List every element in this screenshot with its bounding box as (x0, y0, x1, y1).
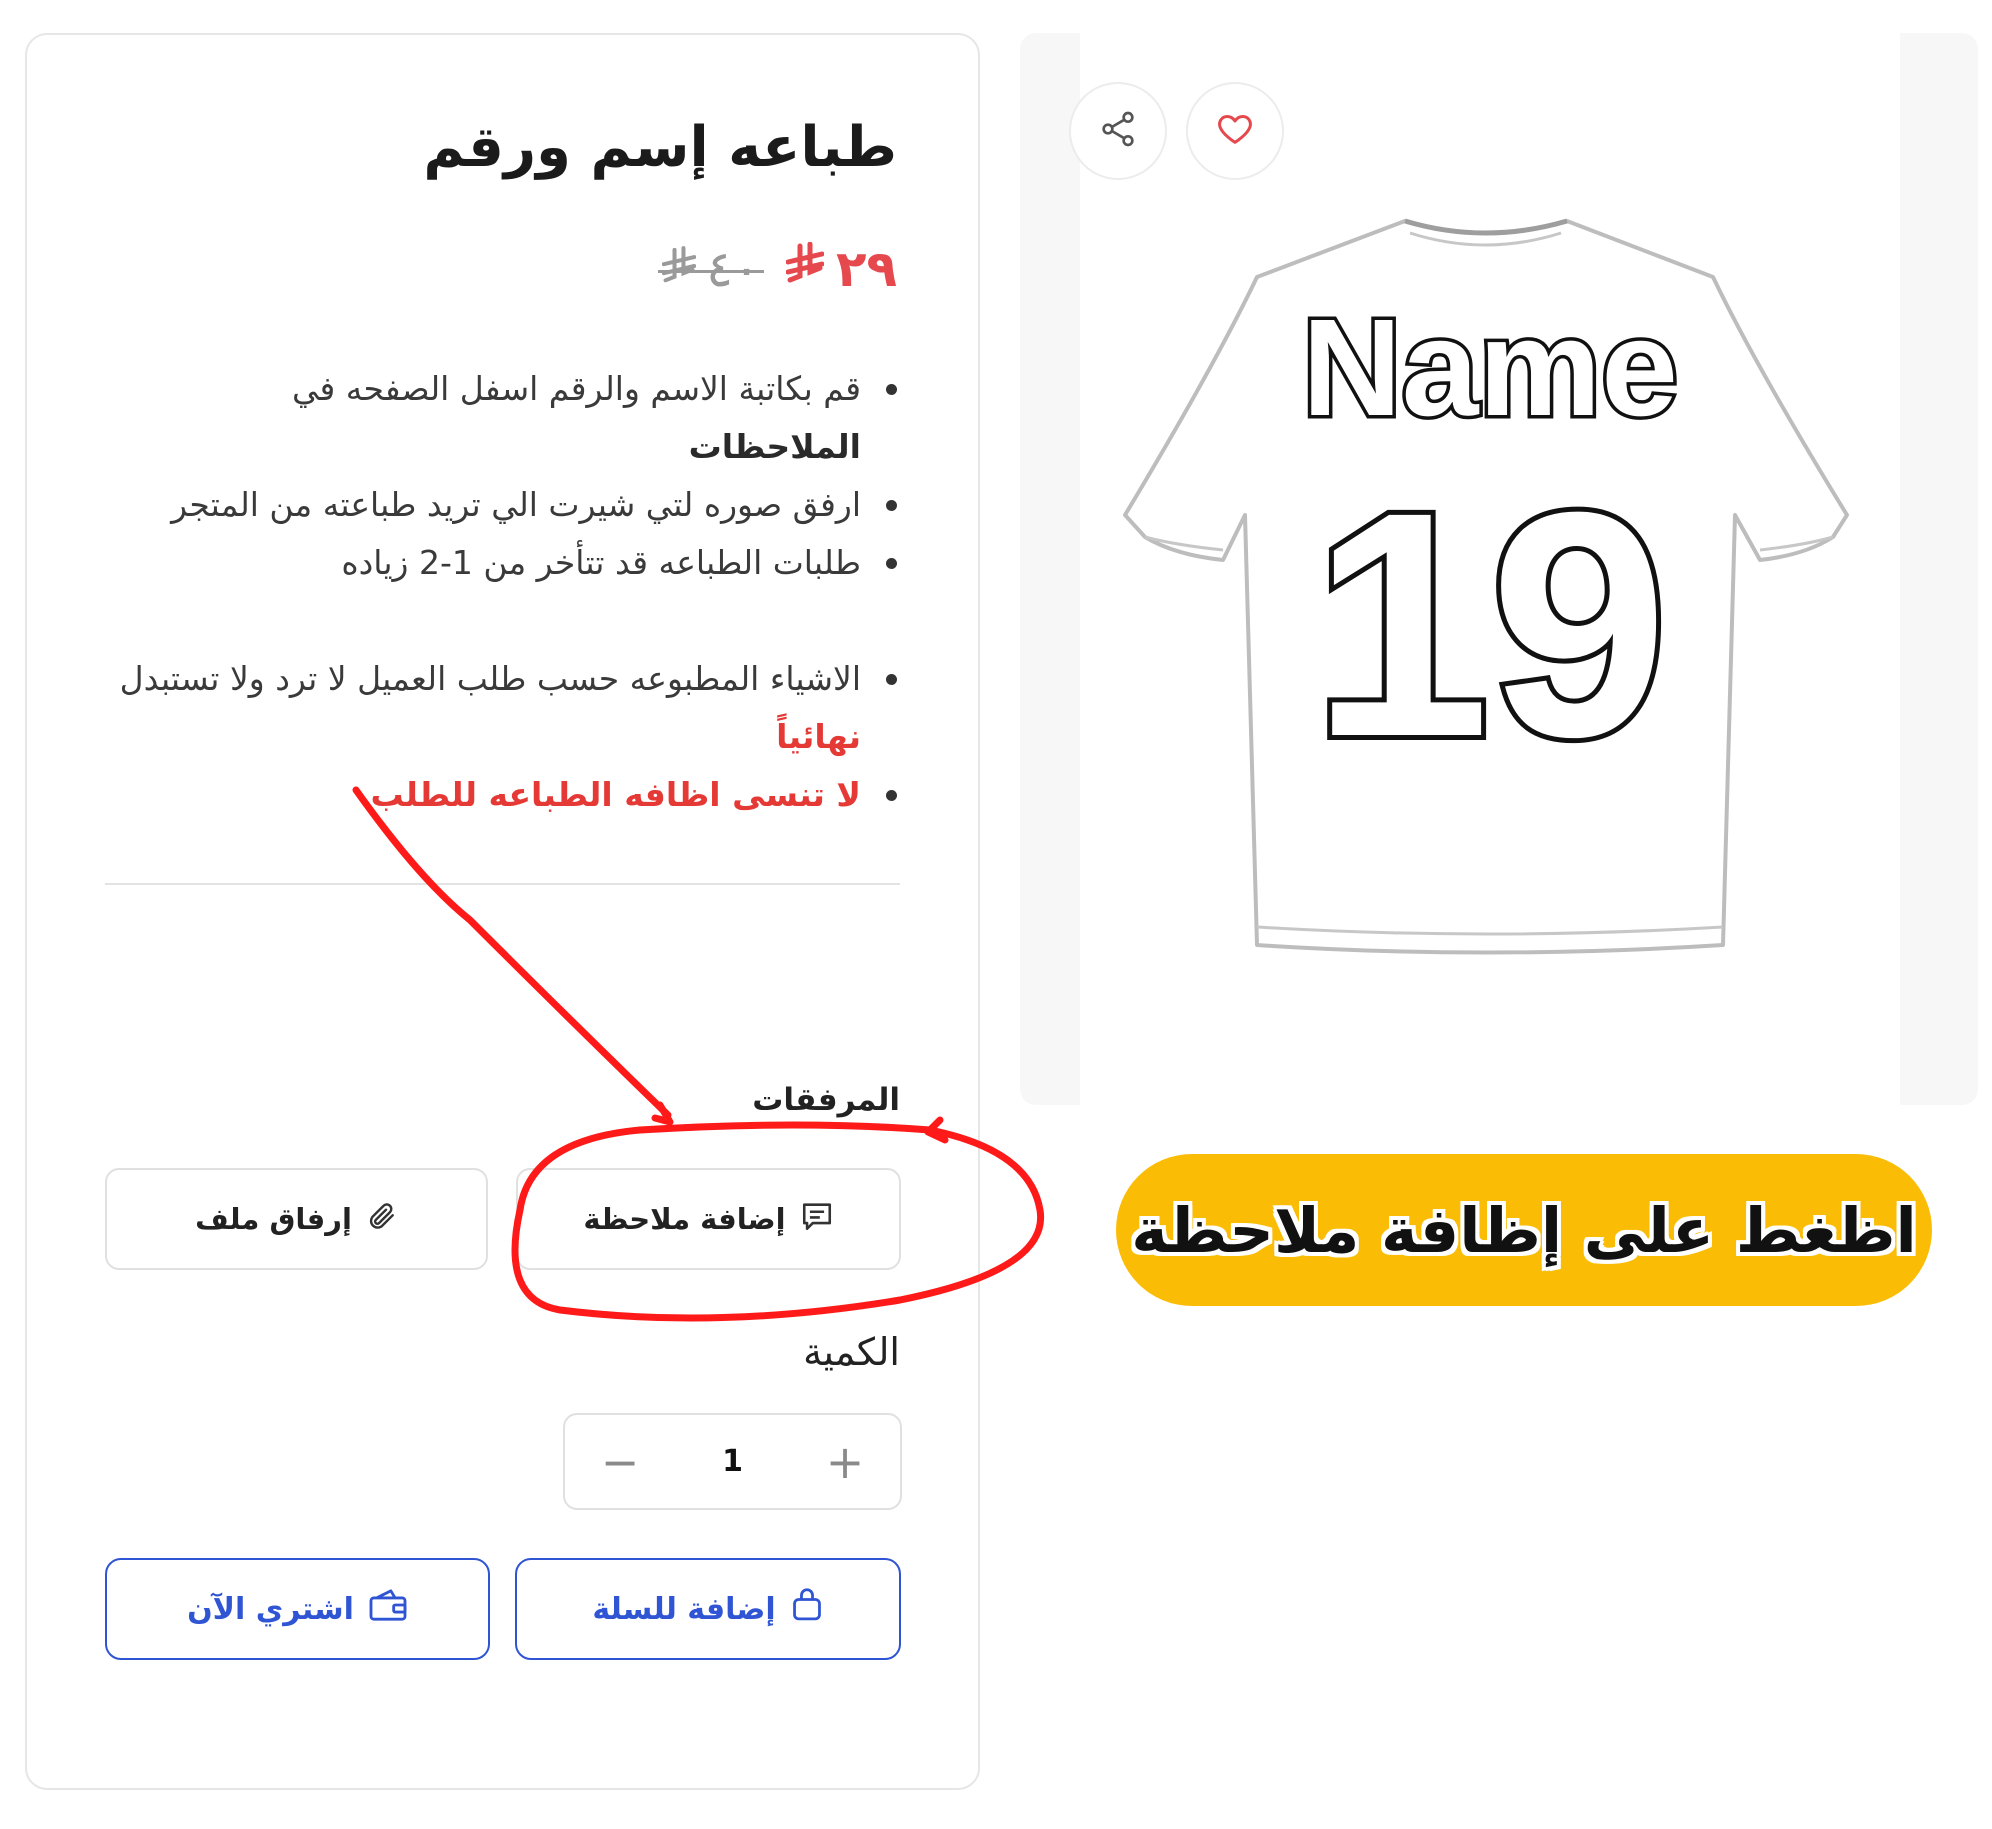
old-price: ٤٠ (658, 240, 764, 298)
riyal-icon (785, 240, 825, 298)
paperclip-icon (366, 1200, 398, 1239)
riyal-icon (662, 240, 697, 298)
list-item: قم بكاتبة الاسم والرقم اسفل الصفحه في الم… (37, 360, 897, 476)
attach-file-label: إرفاق ملف (195, 1202, 352, 1236)
add-note-label: إضافة ملاحظة (583, 1202, 786, 1236)
add-to-cart-button[interactable]: إضافة للسلة (515, 1558, 901, 1660)
list-item: الاشياء المطبوعه حسب طلب العميل لا ترد و… (37, 650, 897, 766)
favorite-button[interactable] (1186, 82, 1284, 180)
quantity-stepper: − 1 + (563, 1413, 902, 1510)
attachments-label: المرفقات (752, 1082, 900, 1118)
jersey-image: Name 19 (1105, 215, 1865, 974)
old-price-value: ٤٠ (706, 240, 760, 298)
quantity-label: الكمية (803, 1330, 900, 1374)
note-icon (800, 1199, 834, 1240)
wallet-icon (368, 1588, 408, 1630)
add-to-cart-label: إضافة للسلة (592, 1591, 776, 1627)
share-button[interactable] (1069, 82, 1167, 180)
buy-now-button[interactable]: اشتري الآن (105, 1558, 490, 1660)
jersey-name-text: Name (1302, 291, 1678, 445)
jersey-number-text: 19 (1312, 445, 1668, 803)
decrement-button[interactable]: − (595, 1435, 645, 1489)
heart-icon (1215, 109, 1255, 153)
buy-now-label: اشتري الآن (187, 1591, 354, 1627)
attach-file-button[interactable]: إرفاق ملف (105, 1168, 488, 1270)
current-price-value: ٢٩ (835, 240, 897, 298)
increment-button[interactable]: + (820, 1435, 870, 1489)
product-title: طباعه إسم ورقم (423, 115, 897, 180)
product-description: قم بكاتبة الاسم والرقم اسفل الصفحه في الم… (37, 360, 897, 824)
instruction-callout: اظغط على إظافة ملاحظة (1116, 1154, 1932, 1306)
add-note-button[interactable]: إضافة ملاحظة (516, 1168, 901, 1270)
quantity-value[interactable]: 1 (722, 1444, 743, 1479)
shopping-bag-icon (790, 1587, 824, 1631)
list-item: ارفق صوره لتي شيرت الي تريد طباعته من ال… (37, 476, 897, 534)
current-price: ٢٩ (785, 240, 897, 298)
price-row: ٢٩ ٤٠ (197, 240, 897, 298)
share-icon (1098, 109, 1138, 153)
callout-text: اظغط على إظافة ملاحظة (1131, 1193, 1917, 1267)
divider (105, 883, 900, 885)
list-item: لا تنسى اظافه الطباعه للطلب (37, 766, 897, 824)
list-item: طلبات الطباعه قد تتأخر من 1-2 زياده (37, 534, 897, 592)
